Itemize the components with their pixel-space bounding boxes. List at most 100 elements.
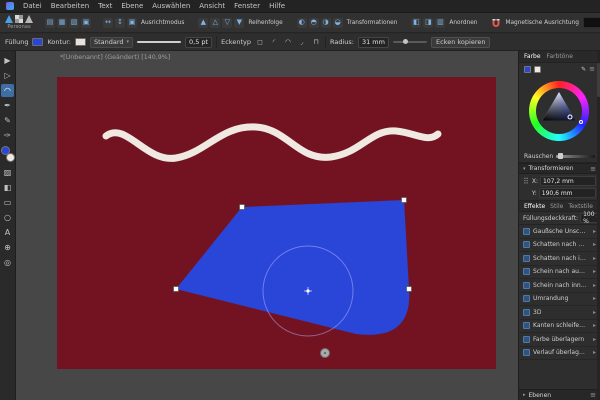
snapping-presets-dropdown[interactable]: ▾ [582,17,600,28]
align-vertical-icon[interactable]: ↕ [115,17,125,28]
expand-icon[interactable]: ▸ [593,309,596,316]
effect-checkbox[interactable] [523,268,530,276]
menu-fenster[interactable]: Fenster [234,2,260,10]
radius-field[interactable]: 31 mm [357,36,389,48]
noise-slider-knob[interactable] [558,153,564,159]
effect-checkbox[interactable] [523,281,530,289]
fill-tool[interactable]: ▨ [1,166,14,179]
menu-hilfe[interactable]: Hilfe [269,2,285,10]
saturation-triangle[interactable] [529,81,589,141]
designer-persona-icon[interactable] [5,15,13,23]
export-persona-icon[interactable] [25,15,33,23]
move-backward-icon[interactable]: ▽ [222,17,233,28]
selection-handle-top-left[interactable] [239,204,245,210]
zoom-tool[interactable]: ◎ [1,256,14,269]
panel-menu-icon[interactable]: ≡ [589,65,595,73]
eyedropper-icon[interactable]: ✎ [581,66,586,73]
drawing-surface[interactable] [16,51,518,400]
effect-row-bevel-emboss[interactable]: Kanten schleifen / Relief ▸ [519,320,600,333]
corner-straight-icon[interactable]: ◞ [297,37,307,47]
menu-auswaehlen[interactable]: Auswählen [152,2,190,10]
expand-icon[interactable]: ▸ [593,255,596,262]
pencil-tool[interactable]: ✎ [1,114,14,127]
corner-none-icon[interactable]: ◻ [255,37,265,47]
selection-handle-bottom-left[interactable] [173,286,179,292]
layers-panel-header[interactable]: ▸ Ebenen ≡ [519,389,600,400]
panel-menu-icon[interactable]: ≡ [590,165,596,173]
expand-icon[interactable]: ▸ [593,349,596,356]
selection-handle-top-right[interactable] [401,197,407,203]
expand-icon[interactable]: ▸ [593,282,596,289]
open-document-icon[interactable]: ▦ [57,17,67,28]
anchor-point-grid-icon[interactable]: ⠿ [523,178,529,198]
y-position-field[interactable]: 190,6 mm [538,188,596,198]
effect-checkbox[interactable] [523,308,530,316]
bring-to-front-icon[interactable]: ▲ [198,17,209,28]
flip-horizontal-icon[interactable]: ◑ [320,17,331,28]
ungroup-icon[interactable]: ◨ [423,17,434,28]
export-document-icon[interactable]: ▣ [81,17,91,28]
effect-row-outer-glow[interactable]: Schein nach außen ▸ [519,266,600,279]
effect-row-gaussian-blur[interactable]: Gaußsche Unschärfe ▸ [519,225,600,239]
primary-color-swatch[interactable] [524,65,531,73]
align-horizontal-icon[interactable]: ↔ [103,17,113,28]
stroke-color-swatch[interactable] [74,38,86,46]
expand-icon[interactable]: ▸ [593,241,596,248]
x-position-field[interactable]: 107,2 mm [540,176,596,186]
effect-checkbox[interactable] [523,241,530,249]
expand-icon[interactable]: ▸ [593,322,596,329]
magnet-icon[interactable] [491,13,501,32]
effect-checkbox[interactable] [523,295,530,303]
pixel-persona-icon[interactable] [15,15,23,23]
corner-rounded-icon[interactable]: ◜ [269,37,279,47]
new-document-icon[interactable]: ▤ [45,17,55,28]
transparency-tool[interactable]: ◧ [1,181,14,194]
move-forward-icon[interactable]: △ [210,17,221,28]
effect-row-gradient-overlay[interactable]: Verlauf überlagern ▸ [519,347,600,360]
menu-text[interactable]: Text [98,2,112,10]
bake-corners-button[interactable]: Ecken kopieren [430,36,491,48]
panel-menu-icon[interactable]: ≡ [590,391,596,399]
text-tool[interactable]: A [1,226,14,239]
tab-textstile[interactable]: Textstile [568,203,593,210]
menu-ebene[interactable]: Ebene [121,2,143,10]
pen-tool[interactable]: ✒ [1,99,14,112]
effect-row-outer-shadow[interactable]: Schatten nach außen ▸ [519,239,600,252]
collapse-icon[interactable]: ▸ [523,392,526,398]
transform-panel-header[interactable]: ▾ Transformieren ≡ [519,163,600,174]
menu-datei[interactable]: Datei [23,2,42,10]
effect-checkbox[interactable] [523,254,530,262]
tab-stile[interactable]: Stile [550,203,563,210]
effect-row-3d[interactable]: 3D ▸ [519,306,600,320]
rotate-right-icon[interactable]: ◓ [308,17,319,28]
canvas-area[interactable]: *[Unbenannt] (Geändert) [140,9%] [16,51,518,400]
view-tool[interactable]: ⊕ [1,241,14,254]
selection-handle-right[interactable] [406,286,412,292]
menu-ansicht[interactable]: Ansicht [199,2,225,10]
effect-row-outline[interactable]: Umrandung ▸ [519,293,600,306]
effect-row-inner-shadow[interactable]: Schatten nach innen ▸ [519,252,600,266]
node-tool[interactable]: ▷ [1,69,14,82]
fill-color-circle[interactable] [0,146,10,155]
effect-checkbox[interactable] [523,322,530,330]
tab-effekte[interactable]: Effekte [524,203,545,210]
effect-checkbox[interactable] [523,349,530,357]
ellipse-tool[interactable]: ○ [1,211,14,224]
boolean-ops-icon[interactable]: ▥ [435,17,446,28]
stroke-width-field[interactable]: 0,5 pt [185,36,213,48]
send-to-back-icon[interactable]: ▼ [234,17,245,28]
effect-checkbox[interactable] [523,227,530,235]
effect-row-color-overlay[interactable]: Farbe überlagern ▸ [519,333,600,347]
move-tool[interactable]: ▶ [1,54,14,67]
corner-cutout-icon[interactable]: ⊓ [311,37,321,47]
corner-concave-icon[interactable]: ◠ [283,37,293,47]
radius-slider[interactable] [392,39,427,44]
vector-brush-tool[interactable]: ✑ [1,129,14,142]
noise-slider[interactable] [556,153,595,159]
stroke-width-preview[interactable] [137,41,182,43]
stroke-style-dropdown[interactable]: Standard ▾ [89,36,134,48]
tab-farbe[interactable]: Farbe [524,53,541,60]
hue-selector-dot[interactable] [579,120,583,124]
expand-icon[interactable]: ▸ [593,268,596,275]
align-grid-icon[interactable]: ▣ [127,17,137,28]
